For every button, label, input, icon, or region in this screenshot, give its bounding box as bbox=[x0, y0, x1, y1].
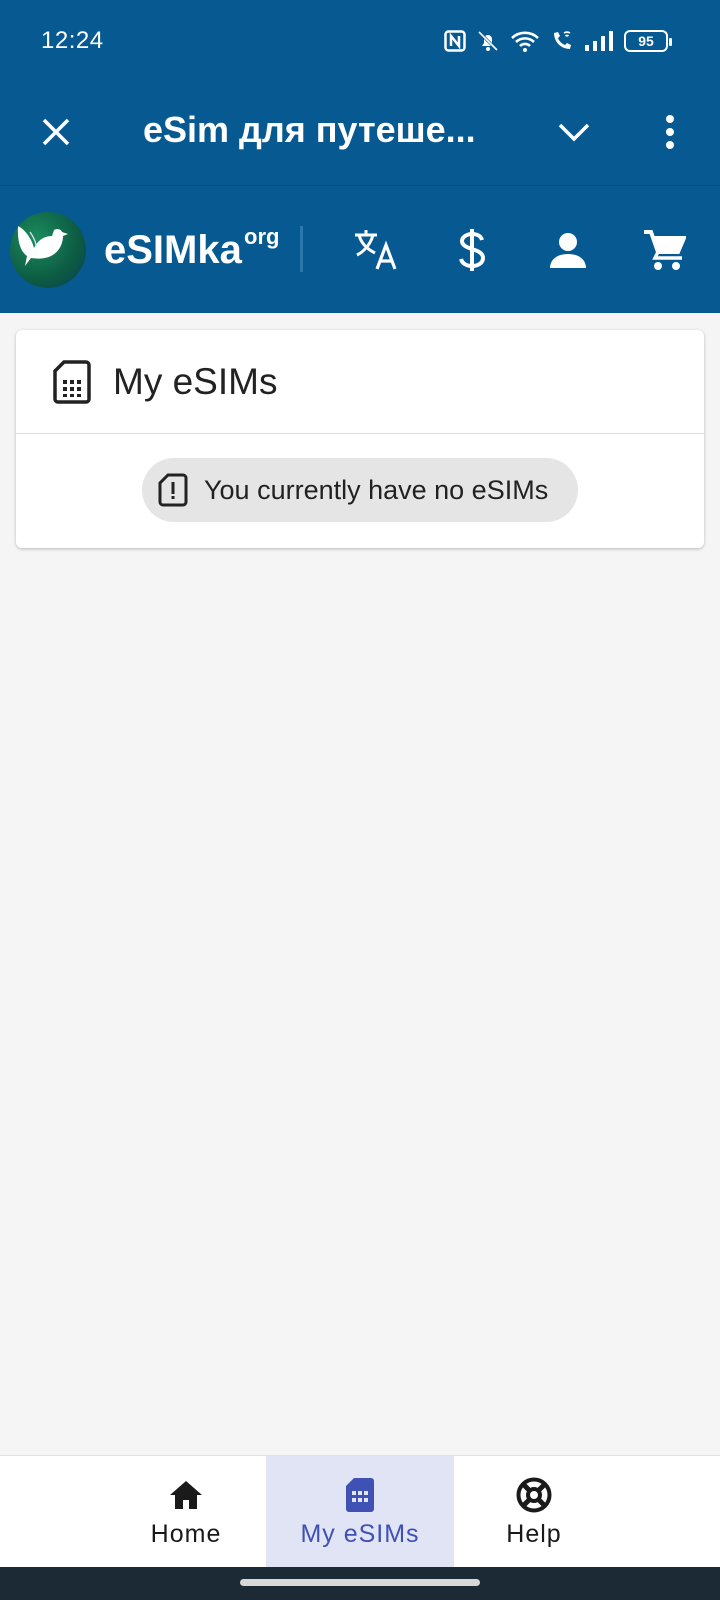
empty-state-chip: You currently have no eSIMs bbox=[142, 458, 578, 522]
page-title: eSim для путеше... bbox=[143, 109, 476, 150]
sim-card-icon bbox=[53, 360, 91, 404]
dove-logo-icon bbox=[17, 226, 68, 266]
battery-icon: 95 bbox=[624, 30, 672, 52]
empty-state-text: You currently have no eSIMs bbox=[204, 474, 549, 505]
cart-button[interactable] bbox=[636, 222, 692, 278]
status-icons: 95 bbox=[444, 26, 672, 56]
more-vert-icon bbox=[666, 115, 674, 149]
signal-icon bbox=[584, 30, 614, 52]
nav-help-label: Help bbox=[506, 1520, 562, 1548]
site-header: eSIMka org bbox=[0, 186, 720, 313]
home-icon bbox=[166, 1475, 206, 1515]
card-header: My eSIMs bbox=[16, 330, 704, 434]
dollar-icon bbox=[459, 229, 486, 271]
translate-icon bbox=[355, 230, 397, 270]
bottom-nav: Home My eSIMs Help bbox=[0, 1455, 720, 1568]
brand-name: eSIMka bbox=[104, 228, 242, 272]
wifi-icon bbox=[510, 29, 540, 53]
nav-my-esims[interactable]: My eSIMs bbox=[266, 1456, 454, 1568]
close-icon bbox=[42, 118, 70, 146]
sim-card-icon bbox=[340, 1475, 380, 1515]
account-button[interactable] bbox=[540, 222, 596, 278]
chevron-down-icon bbox=[558, 123, 590, 142]
brand-suffix: org bbox=[244, 224, 280, 249]
header-divider bbox=[300, 226, 303, 272]
nav-my-esims-label: My eSIMs bbox=[300, 1520, 420, 1548]
expand-button[interactable] bbox=[552, 110, 596, 154]
lifebuoy-icon bbox=[514, 1475, 554, 1515]
status-time: 12:24 bbox=[41, 27, 104, 54]
logo[interactable] bbox=[10, 212, 86, 288]
more-options-button[interactable] bbox=[648, 110, 692, 154]
currency-button[interactable] bbox=[444, 222, 500, 278]
language-button[interactable] bbox=[348, 222, 404, 278]
nav-home-label: Home bbox=[150, 1520, 222, 1548]
cart-icon bbox=[644, 230, 686, 270]
nfc-icon bbox=[444, 30, 466, 52]
nav-help[interactable]: Help bbox=[454, 1456, 614, 1568]
sim-alert-icon bbox=[158, 473, 188, 507]
system-nav-bar bbox=[0, 1567, 720, 1600]
nav-home[interactable]: Home bbox=[106, 1456, 266, 1568]
app-bar: eSim для путеше... bbox=[0, 84, 720, 186]
home-indicator[interactable] bbox=[240, 1579, 480, 1586]
person-icon bbox=[550, 233, 586, 268]
status-bar: 12:24 95 bbox=[0, 0, 720, 84]
card-title: My eSIMs bbox=[113, 361, 278, 402]
wifi-call-icon bbox=[550, 29, 574, 53]
bell-off-icon bbox=[476, 29, 500, 53]
esims-card: My eSIMs You currently have no eSIMs bbox=[16, 330, 704, 548]
close-button[interactable] bbox=[34, 110, 78, 154]
